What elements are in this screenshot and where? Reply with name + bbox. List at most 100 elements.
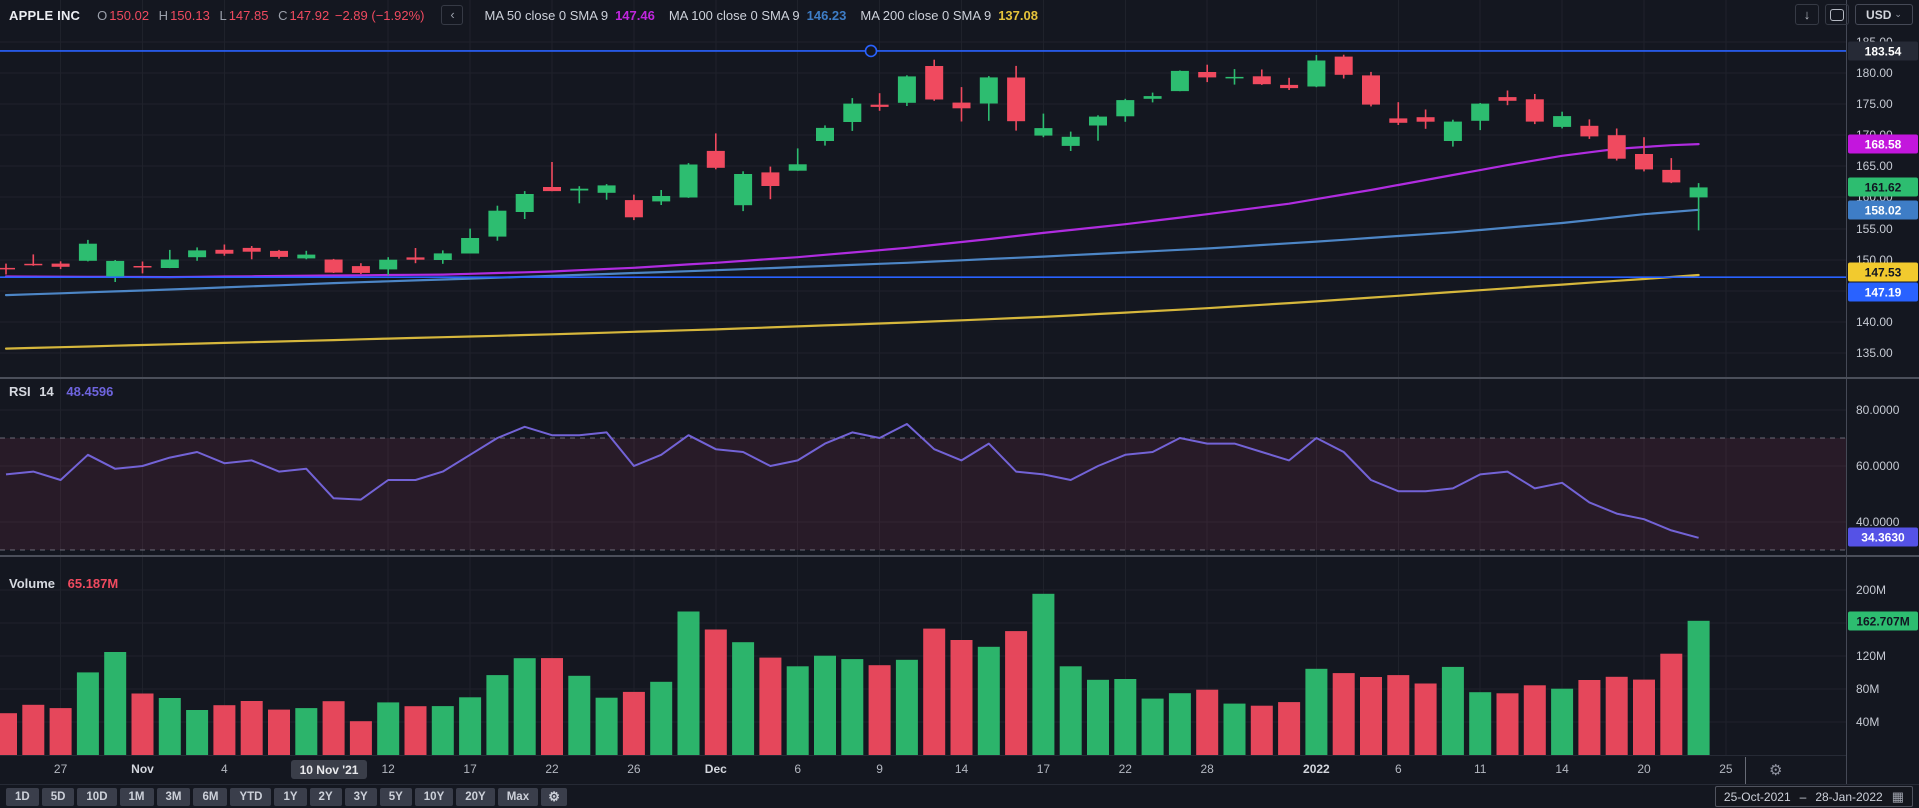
volume-bar[interactable]: [1142, 699, 1164, 755]
range-button-2y[interactable]: 2Y: [310, 788, 342, 806]
volume-bar[interactable]: [1469, 692, 1491, 755]
volume-bar[interactable]: [1224, 704, 1246, 755]
date-range-picker[interactable]: 25-Oct-2021 – 28-Jan-2022 ▦: [1715, 786, 1913, 807]
candle[interactable]: [598, 185, 616, 192]
candle[interactable]: [680, 165, 698, 198]
candle[interactable]: [652, 196, 670, 201]
price-axis[interactable]: 185.00180.00175.00170.00165.00160.00155.…: [1846, 0, 1919, 784]
volume-bar[interactable]: [541, 658, 563, 755]
candle[interactable]: [570, 189, 588, 191]
volume-bar[interactable]: [1660, 654, 1682, 755]
volume-bar[interactable]: [22, 705, 44, 755]
candle[interactable]: [0, 268, 15, 270]
candle[interactable]: [1116, 100, 1134, 116]
candle[interactable]: [1198, 72, 1216, 77]
volume-bar[interactable]: [1360, 677, 1382, 755]
volume-bar[interactable]: [787, 666, 809, 755]
candle[interactable]: [707, 151, 725, 168]
candle[interactable]: [953, 103, 971, 109]
candle[interactable]: [106, 261, 124, 277]
volume-bar[interactable]: [50, 708, 72, 755]
volume-bar[interactable]: [1005, 631, 1027, 755]
candle[interactable]: [925, 66, 943, 100]
volume-bar[interactable]: [377, 702, 399, 755]
volume-bar[interactable]: [268, 710, 290, 755]
range-button-10y[interactable]: 10Y: [415, 788, 453, 806]
candle[interactable]: [816, 128, 834, 141]
range-button-5d[interactable]: 5D: [42, 788, 75, 806]
line-handle[interactable]: [866, 45, 877, 56]
indicator-item[interactable]: MA 50 close 0 SMA 9147.46: [484, 8, 654, 23]
candle[interactable]: [188, 250, 206, 257]
volume-bar[interactable]: [432, 706, 454, 755]
volume-bar[interactable]: [1578, 680, 1600, 755]
candle[interactable]: [161, 260, 179, 269]
volume-bar[interactable]: [1196, 690, 1218, 755]
volume-bar[interactable]: [759, 658, 781, 755]
candle[interactable]: [980, 77, 998, 103]
volume-bar[interactable]: [514, 658, 536, 755]
volume-bar[interactable]: [1524, 685, 1546, 755]
volume-bar[interactable]: [978, 647, 1000, 755]
symbol-name[interactable]: APPLE INC: [9, 8, 80, 23]
volume-bar[interactable]: [841, 659, 863, 755]
volume-bar[interactable]: [1551, 689, 1573, 755]
volume-bar[interactable]: [104, 652, 126, 755]
candle[interactable]: [1007, 78, 1025, 122]
candle[interactable]: [843, 104, 861, 122]
candle[interactable]: [871, 105, 889, 107]
volume-bar[interactable]: [814, 656, 836, 755]
candle[interactable]: [1635, 154, 1653, 169]
volume-bar[interactable]: [459, 697, 481, 755]
volume-bar[interactable]: [596, 698, 618, 755]
volume-bar[interactable]: [1278, 702, 1300, 755]
screenshot-button[interactable]: [1825, 4, 1849, 25]
volume-bar[interactable]: [486, 675, 508, 755]
candle[interactable]: [79, 244, 97, 261]
candle[interactable]: [1335, 57, 1353, 75]
candle[interactable]: [1280, 85, 1298, 88]
volume-bar[interactable]: [1497, 693, 1519, 755]
volume-bar[interactable]: [623, 692, 645, 755]
volume-bar[interactable]: [77, 672, 99, 755]
candle[interactable]: [1553, 116, 1571, 127]
range-button-max[interactable]: Max: [498, 788, 538, 806]
candle[interactable]: [134, 266, 152, 268]
volume-bar[interactable]: [896, 660, 918, 755]
candle[interactable]: [352, 266, 370, 273]
candle[interactable]: [434, 253, 452, 260]
candle[interactable]: [1662, 170, 1680, 183]
candle[interactable]: [1171, 71, 1189, 91]
range-button-3y[interactable]: 3Y: [345, 788, 377, 806]
volume-bar[interactable]: [323, 701, 345, 755]
candle[interactable]: [1608, 135, 1626, 159]
volume-bar[interactable]: [1387, 675, 1409, 755]
volume-bar[interactable]: [869, 665, 891, 755]
candle[interactable]: [407, 257, 425, 259]
candle[interactable]: [24, 264, 42, 266]
range-button-10d[interactable]: 10D: [77, 788, 116, 806]
candle[interactable]: [1444, 122, 1462, 141]
volume-bar[interactable]: [1060, 666, 1082, 755]
volume-bar[interactable]: [1087, 680, 1109, 755]
candle[interactable]: [1253, 76, 1271, 84]
candle[interactable]: [325, 260, 343, 273]
candle[interactable]: [488, 211, 506, 237]
volume-bar[interactable]: [732, 642, 754, 755]
range-button-1m[interactable]: 1M: [120, 788, 154, 806]
candle[interactable]: [1580, 126, 1598, 137]
volume-bar[interactable]: [405, 706, 427, 755]
candle[interactable]: [215, 250, 233, 254]
candle[interactable]: [625, 200, 643, 217]
volume-bar[interactable]: [1415, 684, 1437, 756]
candle[interactable]: [1062, 137, 1080, 146]
range-button-3m[interactable]: 3M: [157, 788, 191, 806]
volume-bar[interactable]: [1251, 706, 1273, 755]
volume-bar[interactable]: [0, 713, 17, 755]
candle[interactable]: [297, 255, 315, 259]
volume-bar[interactable]: [1169, 693, 1191, 755]
candle[interactable]: [243, 248, 261, 252]
candle[interactable]: [734, 174, 752, 205]
range-button-6m[interactable]: 6M: [193, 788, 227, 806]
range-button-ytd[interactable]: YTD: [230, 788, 271, 806]
